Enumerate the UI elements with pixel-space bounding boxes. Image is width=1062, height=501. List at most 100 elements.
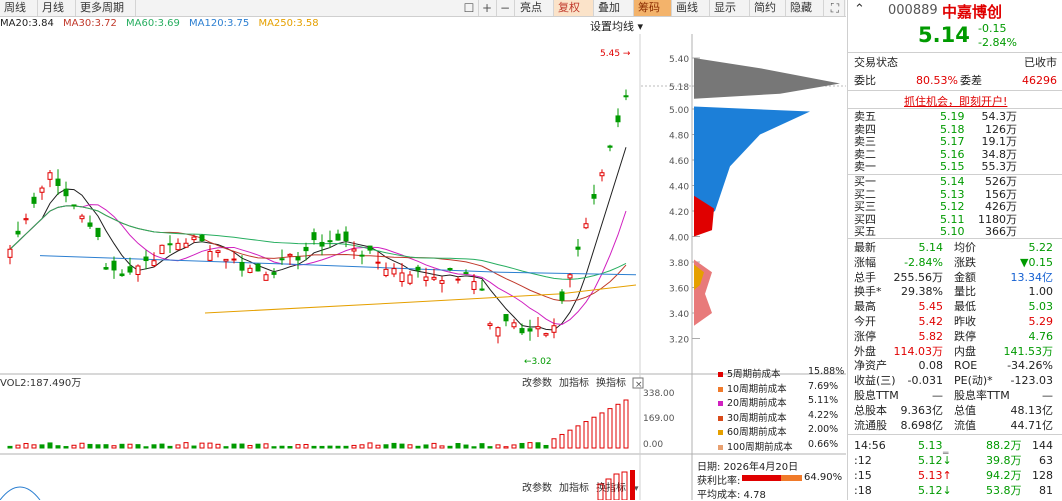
legend-value: 2.00%	[808, 424, 839, 435]
level-price: 5.16	[940, 147, 965, 161]
volume-bar	[583, 421, 589, 449]
switch-indicator-button[interactable]: 换指标	[596, 376, 626, 389]
display-button[interactable]: 显示	[710, 0, 750, 16]
stat-label: 最低	[954, 300, 976, 314]
volume-bar	[423, 444, 429, 449]
candle-body	[271, 272, 277, 275]
chips-button[interactable]: 筹码	[634, 0, 672, 16]
profit-ratio-value: 64.90%	[804, 472, 843, 483]
tab-more-periods[interactable]: 更多周期	[76, 0, 136, 16]
volume-bar	[383, 444, 389, 449]
drag-handle[interactable]: ═	[943, 449, 948, 459]
volume-bar	[143, 446, 149, 449]
weibi-value: 80.53%	[916, 74, 958, 87]
stat-label: 最新	[854, 241, 876, 254]
trade-status-value: 已收市	[1024, 56, 1057, 69]
zoom-out-icon[interactable]: −	[496, 0, 515, 16]
overlay-button[interactable]: 叠加	[594, 0, 634, 16]
candle-body	[143, 256, 149, 262]
stats-row: 流通股 8.698亿 流值 44.71亿	[848, 418, 1062, 432]
candle-body	[39, 187, 45, 193]
candle-body	[359, 254, 365, 257]
volume-bar	[167, 445, 173, 449]
stat-value: 13.34亿	[1010, 270, 1054, 284]
tick-time: :15	[854, 469, 872, 482]
price-tick: 3.80	[669, 259, 689, 269]
candle-body	[239, 261, 245, 271]
candle-body	[135, 265, 141, 275]
promo-link[interactable]: 抓住机会，即刻开户!	[904, 93, 1007, 109]
edit-params-button[interactable]: 改参数	[522, 376, 552, 389]
candle-body	[311, 232, 317, 241]
legend-label: 20周期前成本	[727, 398, 787, 409]
tab-monthly[interactable]: 月线	[38, 0, 76, 16]
level-label: 买二	[854, 187, 876, 201]
stat-value: 48.13亿	[1010, 403, 1054, 417]
legend-swatch	[718, 444, 723, 450]
stat-value: 5.82	[918, 329, 944, 343]
hide-button[interactable]: 隐藏	[786, 0, 824, 16]
trade-status-label: 交易状态	[854, 56, 898, 69]
volume-bar	[111, 445, 117, 449]
stat-value: 44.71亿	[1010, 418, 1054, 432]
ma-lines	[9, 147, 637, 331]
volume-bar	[391, 442, 397, 449]
stat-value: -123.03	[1010, 374, 1053, 388]
candle-body	[519, 328, 525, 334]
candle-body	[535, 326, 541, 330]
volume-bar	[439, 445, 445, 449]
add-indicator-button[interactable]: 加指标	[559, 376, 589, 389]
simple-button[interactable]: 简约	[750, 0, 786, 16]
legend-value: 7.69%	[808, 380, 839, 392]
orderbook-row: 卖五 5.19 54.3万	[848, 111, 1062, 123]
divider	[848, 52, 1062, 53]
list-icon[interactable]: ☐	[460, 0, 479, 16]
stats-row: 外盘 114.03万 内盘 141.53万	[848, 344, 1062, 358]
volume-bar	[575, 425, 581, 449]
zoom-in-icon[interactable]: +	[478, 0, 497, 16]
stat-value: 141.53万	[1003, 344, 1054, 358]
price-tick: 4.20	[669, 208, 689, 218]
candle-body	[231, 258, 237, 261]
chip-legend-item: 60周期前成本	[718, 424, 787, 438]
candle-body	[615, 115, 621, 123]
level-label: 买四	[854, 212, 876, 226]
volume-bar	[199, 442, 205, 449]
fullscreen-icon[interactable]: ⛶	[826, 0, 845, 16]
tab-weekly[interactable]: 周线	[0, 0, 38, 16]
trade-status-row: 交易状态 已收市	[848, 57, 1062, 69]
tick-price: 5.13↑	[918, 469, 952, 482]
stat-label: 股息率TTM	[954, 389, 1010, 402]
ma-settings-button[interactable]: 设置均线 ▾	[590, 18, 643, 34]
volume-bar	[239, 443, 245, 449]
tick-volume: 88.2万	[986, 439, 1022, 452]
level-label: 卖四	[854, 122, 876, 136]
stat-value: —	[1042, 389, 1053, 402]
highlight-button[interactable]: 亮点	[516, 0, 554, 16]
volume-bar	[327, 445, 333, 449]
level-label: 卖一	[854, 160, 876, 173]
legend-label: 100周期前成本	[727, 441, 793, 453]
level-volume: 1180万	[978, 212, 1017, 226]
orderbook-row: 卖四 5.18 126万	[848, 122, 1062, 136]
candle-body	[119, 273, 125, 277]
candle-body	[511, 322, 517, 328]
legend-value: 15.88%	[808, 366, 845, 377]
edit-params-button[interactable]: 改参数	[522, 481, 552, 494]
add-indicator-button[interactable]: 加指标	[559, 481, 589, 494]
volume-bar	[31, 444, 37, 449]
volume-bar	[399, 443, 405, 449]
collapse-icon[interactable]: ⌃	[854, 2, 865, 17]
stat-value: 5.03	[1028, 300, 1054, 314]
price-axis: 5.40 5.18 5.00 4.80 4.60 4.40 4.20 4.00 3.80 3.60…	[669, 55, 689, 346]
ma-line	[9, 204, 627, 326]
stat-value: 29.38%	[901, 285, 943, 299]
volume-bar	[135, 444, 141, 449]
adjust-button[interactable]: 复权	[554, 0, 594, 16]
stock-code: 000889	[888, 3, 938, 18]
draw-button[interactable]: 画线	[672, 0, 710, 16]
price-tick: 5.40	[669, 55, 689, 65]
volume-bar	[255, 443, 261, 449]
candlesticks	[7, 89, 629, 344]
stat-label: 净资产	[854, 359, 887, 373]
